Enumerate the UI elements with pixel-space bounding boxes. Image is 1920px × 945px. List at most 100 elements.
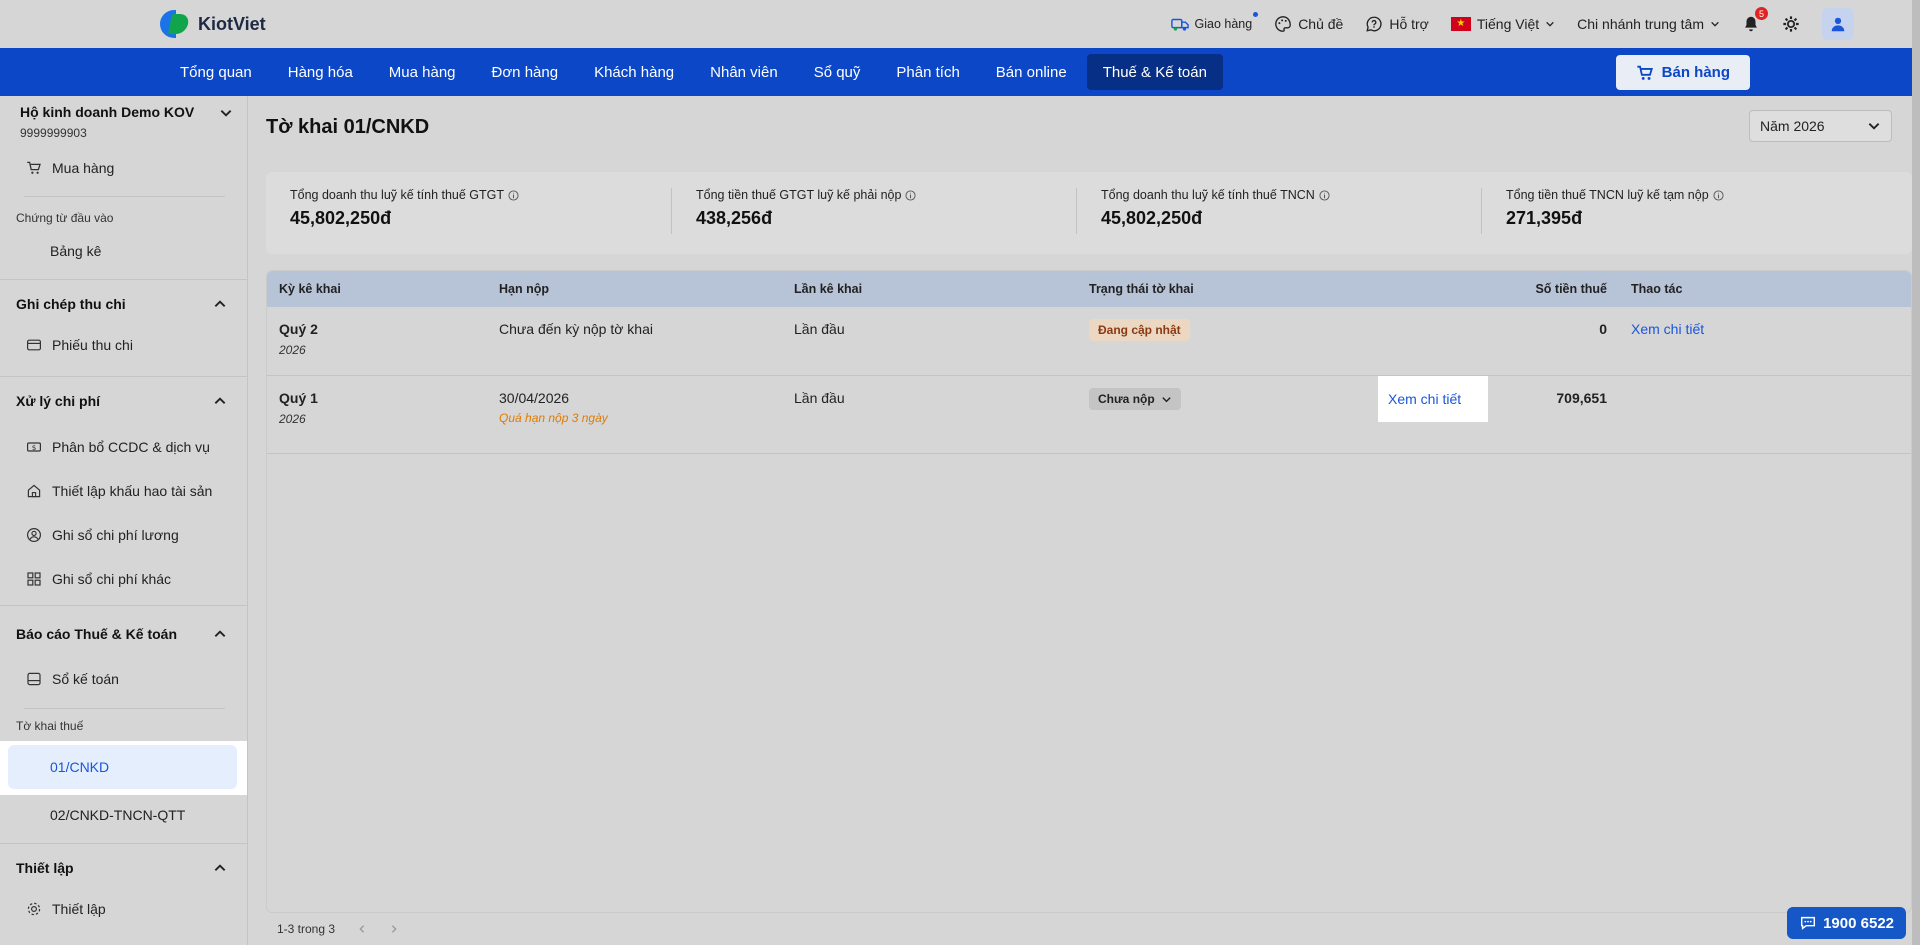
summary-value: 271,395đ bbox=[1506, 208, 1583, 228]
money-icon: $ bbox=[27, 442, 41, 452]
sidebar-item-allocation[interactable]: $ Phân bổ CCDC & dịch vụ bbox=[0, 425, 247, 469]
info-icon[interactable] bbox=[1319, 189, 1330, 201]
active-item-highlight: 01/CNKD bbox=[0, 741, 247, 795]
gear-icon bbox=[1783, 16, 1799, 32]
chevron-right-icon[interactable] bbox=[389, 924, 399, 934]
nav-phan-tich[interactable]: Phân tích bbox=[880, 54, 975, 90]
nav-hang-hoa[interactable]: Hàng hóa bbox=[272, 54, 369, 90]
period-year: 2026 bbox=[279, 412, 306, 426]
support-link[interactable]: Hỗ trợ bbox=[1365, 15, 1429, 33]
info-icon[interactable] bbox=[905, 189, 916, 201]
sidebar-item-label: Mua hàng bbox=[52, 160, 115, 176]
wallet-icon bbox=[27, 339, 41, 351]
delivery-link[interactable]: Giao hàng bbox=[1170, 12, 1259, 33]
gear-icon bbox=[27, 902, 41, 916]
sidebar-item-receipts[interactable]: Phiếu thu chi bbox=[0, 328, 247, 362]
settings-button[interactable] bbox=[1782, 15, 1800, 33]
group-expense[interactable]: Xử lý chi phí bbox=[0, 377, 247, 425]
period-year: 2026 bbox=[279, 343, 306, 357]
group-cash[interactable]: Ghi chép thu chi bbox=[0, 280, 247, 328]
summary-card: Tổng doanh thu luỹ kế tính thuế GTGT 45,… bbox=[266, 188, 671, 234]
year-select-value: Năm 2026 bbox=[1760, 118, 1825, 134]
chevron-down-icon bbox=[1546, 21, 1554, 27]
status-label: Chưa nộp bbox=[1098, 392, 1155, 406]
sidebar-item-label: Thiết lập khấu hao tài sản bbox=[52, 483, 213, 499]
summary-card: Tổng tiền thuế TNCN luỹ kế tạm nộp 271,3… bbox=[1481, 188, 1886, 234]
header-times: Lần kê khai bbox=[794, 282, 863, 296]
sidebar-item-label: Ghi sổ chi phí lương bbox=[52, 527, 179, 543]
nav-khach-hang[interactable]: Khách hàng bbox=[578, 54, 690, 90]
nav-mua-hang[interactable]: Mua hàng bbox=[373, 54, 472, 90]
summary-value: 438,256đ bbox=[696, 208, 773, 228]
sidebar-item-statement[interactable]: Bảng kê bbox=[0, 229, 247, 273]
theme-label: Chủ đề bbox=[1298, 16, 1344, 32]
status-dropdown[interactable]: Chưa nộp bbox=[1089, 388, 1181, 410]
notifications-button[interactable]: 5 bbox=[1742, 7, 1768, 33]
chevron-up-icon bbox=[214, 864, 226, 871]
sell-button[interactable]: Bán hàng bbox=[1615, 55, 1750, 90]
support-label: Hỗ trợ bbox=[1389, 16, 1429, 32]
sidebar-item-label: Sổ kế toán bbox=[52, 671, 119, 687]
group-report[interactable]: Báo cáo Thuế & Kế toán bbox=[0, 606, 247, 662]
nav-ban-online[interactable]: Bán online bbox=[980, 54, 1083, 90]
logo-text: KiotViet bbox=[198, 13, 266, 34]
table-row: Quý 1 2026 30/04/2026 Quá hạn nộp 3 ngày… bbox=[267, 376, 1911, 454]
period-name: Quý 1 bbox=[279, 390, 318, 406]
chevron-up-icon bbox=[214, 300, 226, 307]
nav-thue-ke-toan[interactable]: Thuế & Kế toán bbox=[1086, 54, 1223, 90]
sidebar-item-salary[interactable]: Ghi sổ chi phí lương bbox=[0, 513, 247, 557]
branch-label: Chi nhánh trung tâm bbox=[1577, 16, 1704, 32]
ledger-icon bbox=[27, 672, 41, 686]
view-detail-link[interactable]: Xem chi tiết bbox=[1631, 321, 1704, 337]
sidebar-item-settings[interactable]: Thiết lập bbox=[0, 892, 247, 926]
summary-label: Tổng tiền thuế TNCN luỹ kế tạm nộp bbox=[1506, 188, 1709, 202]
header-period: Kỳ kê khai bbox=[279, 282, 341, 296]
chevron-down-icon bbox=[1711, 21, 1719, 27]
branch-select[interactable]: Chi nhánh trung tâm bbox=[1577, 16, 1720, 32]
user-avatar[interactable] bbox=[1822, 8, 1854, 40]
sidebar-item-depreciation[interactable]: Thiết lập khấu hao tài sản bbox=[0, 469, 247, 513]
sidebar-item-ledger[interactable]: Sổ kế toán bbox=[0, 662, 247, 696]
top-header: KiotViet Giao hàng Chủ đề Hỗ trợ ★ Tiếng… bbox=[0, 0, 1912, 48]
sidebar-item-01-cnkd[interactable]: 01/CNKD bbox=[8, 745, 237, 789]
theme-link[interactable]: Chủ đề bbox=[1274, 15, 1343, 33]
sell-button-label: Bán hàng bbox=[1661, 64, 1730, 81]
nav-nhan-vien[interactable]: Nhân viên bbox=[694, 54, 794, 90]
period-name: Quý 2 bbox=[279, 321, 318, 337]
business-selector[interactable]: Hộ kinh doanh Demo KOV 9999999903 bbox=[0, 96, 247, 150]
sidebar-item-label: Phân bổ CCDC & dịch vụ bbox=[52, 439, 210, 455]
sidebar-item-purchase[interactable]: Mua hàng bbox=[0, 150, 247, 186]
nav-so-quy[interactable]: Sổ quỹ bbox=[798, 54, 877, 90]
sidebar-item-label: Bảng kê bbox=[50, 243, 102, 259]
group-title: Xử lý chi phí bbox=[16, 393, 101, 409]
sidebar: Hộ kinh doanh Demo KOV 9999999903 Mua hà… bbox=[0, 96, 248, 945]
main-content: Tờ khai 01/CNKD Năm 2026 Tổng doanh thu … bbox=[249, 96, 1912, 945]
home-icon bbox=[27, 484, 41, 498]
svg-text:$: $ bbox=[32, 443, 37, 452]
declarations-table: Kỳ kê khai Hạn nộp Lần kê khai Trạng thá… bbox=[266, 270, 1912, 913]
user-icon bbox=[1831, 17, 1845, 32]
business-id: 9999999903 bbox=[20, 126, 87, 140]
sidebar-item-other-expense[interactable]: Ghi sổ chi phí khác bbox=[0, 557, 247, 601]
nav-don-hang[interactable]: Đơn hàng bbox=[476, 54, 575, 90]
year-select[interactable]: Năm 2026 bbox=[1749, 110, 1892, 142]
scrollbar-track[interactable] bbox=[1912, 0, 1920, 945]
kiotviet-logo[interactable]: KiotViet bbox=[158, 8, 266, 40]
group-title: Báo cáo Thuế & Kế toán bbox=[16, 626, 178, 642]
language-select[interactable]: ★ Tiếng Việt bbox=[1450, 16, 1555, 32]
sidebar-item-02-cnkd[interactable]: 02/CNKD-TNCN-QTT bbox=[0, 795, 247, 835]
group-settings[interactable]: Thiết lập bbox=[0, 844, 247, 892]
group-title: Ghi chép thu chi bbox=[16, 296, 126, 312]
sidebar-item-label: Ghi sổ chi phí khác bbox=[52, 571, 172, 587]
chevron-down-icon bbox=[1162, 396, 1171, 402]
hotline-button[interactable]: 1900 6522 bbox=[1787, 907, 1906, 939]
business-name: Hộ kinh doanh Demo KOV bbox=[20, 104, 195, 120]
info-icon[interactable] bbox=[1713, 189, 1724, 201]
summary-label: Tổng tiền thuế GTGT luỹ kế phải nộp bbox=[696, 188, 902, 202]
cart-icon bbox=[27, 161, 41, 174]
chevron-left-icon[interactable] bbox=[357, 924, 367, 934]
view-detail-link[interactable]: Xem chi tiết bbox=[1388, 391, 1461, 407]
vietnam-flag-icon: ★ bbox=[1450, 17, 1471, 31]
info-icon[interactable] bbox=[508, 189, 519, 201]
nav-tong-quan[interactable]: Tổng quan bbox=[164, 54, 268, 90]
